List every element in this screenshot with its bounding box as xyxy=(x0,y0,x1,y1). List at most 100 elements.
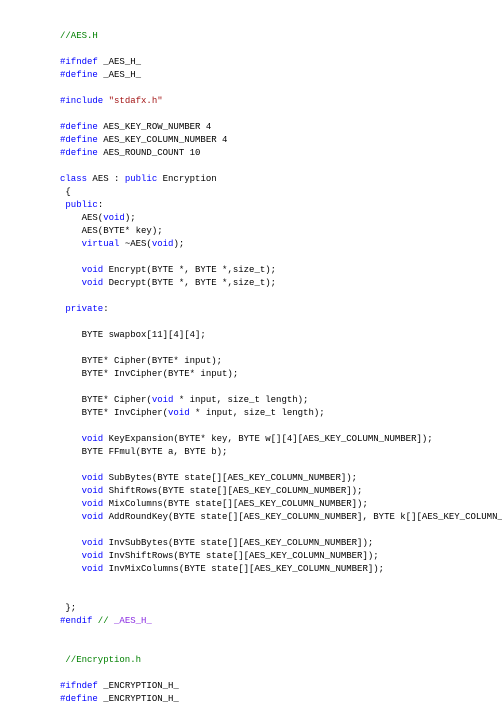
preproc: #define xyxy=(60,135,98,145)
text: KeyExpansion(BYTE* key, BYTE w[][4][AES_… xyxy=(103,434,432,444)
code-line: }; xyxy=(60,602,502,615)
text: * input, size_t length); xyxy=(173,395,308,405)
text: BYTE* Cipher(BYTE* input); xyxy=(60,356,222,366)
blank-line xyxy=(60,459,502,472)
text xyxy=(60,434,82,444)
text: MixColumns(BYTE state[][AES_KEY_COLUMN_N… xyxy=(103,499,368,509)
text: Decrypt(BYTE *, BYTE *,size_t); xyxy=(103,278,276,288)
code-line: void InvMixColumns(BYTE state[][AES_KEY_… xyxy=(60,563,502,576)
keyword: void xyxy=(168,408,190,418)
code-line: BYTE swapbox[11][4][4]; xyxy=(60,329,502,342)
blank-line xyxy=(60,381,502,394)
text: BYTE swapbox[11][4][4]; xyxy=(60,330,206,340)
text: SubBytes(BYTE state[][AES_KEY_COLUMN_NUM… xyxy=(103,473,357,483)
ident: AES_KEY_ROW_NUMBER 4 xyxy=(98,122,211,132)
blank-line xyxy=(60,641,502,654)
code-line: void ShiftRows(BYTE state[][AES_KEY_COLU… xyxy=(60,485,502,498)
code-line: void MixColumns(BYTE state[][AES_KEY_COL… xyxy=(60,498,502,511)
text xyxy=(60,486,82,496)
code-line: #define _AES_H_ xyxy=(60,69,502,82)
code-line: public: xyxy=(60,199,502,212)
keyword: void xyxy=(82,499,104,509)
blank-line xyxy=(60,628,502,641)
code-line: BYTE* Cipher(void * input, size_t length… xyxy=(60,394,502,407)
code-line: #include "stdafx.h" xyxy=(60,95,502,108)
text: ShiftRows(BYTE state[][AES_KEY_COLUMN_NU… xyxy=(103,486,362,496)
code-line: void InvSubBytes(BYTE state[][AES_KEY_CO… xyxy=(60,537,502,550)
code-line: private: xyxy=(60,303,502,316)
text: AES(BYTE* key); xyxy=(60,226,163,236)
blank-line xyxy=(60,667,502,680)
ident: _AES_H_ xyxy=(98,57,141,67)
code-line: BYTE FFmul(BYTE a, BYTE b); xyxy=(60,446,502,459)
keyword: public xyxy=(65,200,97,210)
text: Encryption xyxy=(157,174,216,184)
keyword: class xyxy=(60,174,87,184)
code-line: virtual ~AES(void); xyxy=(60,238,502,251)
macro: _AES_H_ xyxy=(114,616,152,626)
text xyxy=(60,499,82,509)
blank-line xyxy=(60,160,502,173)
keyword: void xyxy=(103,213,125,223)
preproc: #define xyxy=(60,148,98,158)
text: InvShiftRows(BYTE state[][AES_KEY_COLUMN… xyxy=(103,551,378,561)
code-line: #endif // _AES_H_ xyxy=(60,615,502,628)
blank-line xyxy=(60,524,502,537)
preproc: #ifndef xyxy=(60,57,98,67)
text: InvSubBytes(BYTE state[][AES_KEY_COLUMN_… xyxy=(103,538,373,548)
code-line: #define AES_ROUND_COUNT 10 xyxy=(60,147,502,160)
text: InvMixColumns(BYTE state[][AES_KEY_COLUM… xyxy=(103,564,384,574)
text xyxy=(60,265,82,275)
ident: _AES_H_ xyxy=(98,70,141,80)
text xyxy=(60,473,82,483)
code-line: void AddRoundKey(BYTE state[][AES_KEY_CO… xyxy=(60,511,502,524)
text: BYTE* Cipher( xyxy=(60,395,152,405)
code-line: class AES : public Encryption xyxy=(60,173,502,186)
keyword: void xyxy=(82,473,104,483)
code-line: { xyxy=(60,186,502,199)
code-block: //AES.H #ifndef _AES_H_ #define _AES_H_ … xyxy=(0,0,502,706)
text xyxy=(60,551,82,561)
text xyxy=(60,512,82,522)
code-line: BYTE* Cipher(BYTE* input); xyxy=(60,355,502,368)
code-line: void Decrypt(BYTE *, BYTE *,size_t); xyxy=(60,277,502,290)
preproc: #define xyxy=(60,70,98,80)
keyword: void xyxy=(152,239,174,249)
code-line: AES(void); xyxy=(60,212,502,225)
blank-line xyxy=(60,82,502,95)
text xyxy=(60,239,82,249)
blank-line xyxy=(60,290,502,303)
text: BYTE FFmul(BYTE a, BYTE b); xyxy=(60,447,227,457)
code-line: BYTE* InvCipher(BYTE* input); xyxy=(60,368,502,381)
keyword: void xyxy=(152,395,174,405)
code-line: #ifndef _ENCRYPTION_H_ xyxy=(60,680,502,693)
string: "stdafx.h" xyxy=(103,96,162,106)
keyword: public xyxy=(125,174,157,184)
text: BYTE* InvCipher(BYTE* input); xyxy=(60,369,238,379)
preproc: #ifndef xyxy=(60,681,98,691)
keyword: void xyxy=(82,265,104,275)
blank-line xyxy=(60,251,502,264)
code-line: #ifndef _AES_H_ xyxy=(60,56,502,69)
code-line: void InvShiftRows(BYTE state[][AES_KEY_C… xyxy=(60,550,502,563)
blank-line xyxy=(60,108,502,121)
comment: //Encryption.h xyxy=(60,655,141,665)
blank-line xyxy=(60,589,502,602)
code-line: #define AES_KEY_ROW_NUMBER 4 xyxy=(60,121,502,134)
text: : xyxy=(98,200,103,210)
text xyxy=(60,564,82,574)
text: AES( xyxy=(60,213,103,223)
ident: _ENCRYPTION_H_ xyxy=(98,681,179,691)
code-line: #define _ENCRYPTION_H_ xyxy=(60,693,502,706)
text xyxy=(60,538,82,548)
blank-line xyxy=(60,576,502,589)
text xyxy=(60,278,82,288)
keyword: virtual xyxy=(82,239,120,249)
code-line: #define AES_KEY_COLUMN_NUMBER 4 xyxy=(60,134,502,147)
blank-line xyxy=(60,342,502,355)
keyword: void xyxy=(82,538,104,548)
preproc: #define xyxy=(60,694,98,704)
text: }; xyxy=(60,603,76,613)
code-line: void KeyExpansion(BYTE* key, BYTE w[][4]… xyxy=(60,433,502,446)
code-line: //Encryption.h xyxy=(60,654,502,667)
